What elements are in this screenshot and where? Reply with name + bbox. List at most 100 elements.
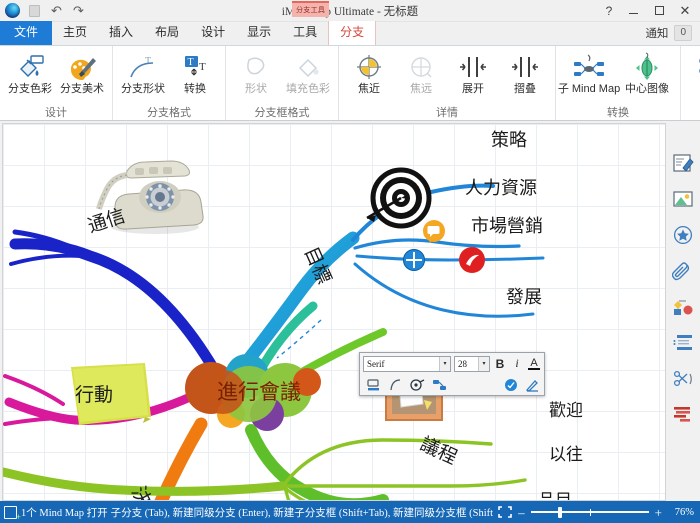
minimize-button[interactable] [620, 0, 646, 22]
expand-label: 展开 [462, 83, 484, 96]
zoom-in-button[interactable]: 焦近 [344, 49, 394, 96]
branch-label-xingdong[interactable]: 行動 [75, 380, 113, 407]
chevron-down-icon[interactable]: ▾ [478, 357, 489, 371]
zoom-percentage: 76% [668, 507, 694, 518]
zoom-thumb[interactable] [558, 507, 562, 518]
color-fill-dot-icon[interactable] [502, 376, 519, 393]
svg-text:T: T [145, 56, 151, 67]
tab-view[interactable]: 显示 [236, 21, 282, 45]
branch-label-fazhan[interactable]: 發展 [506, 283, 542, 309]
chevron-down-icon[interactable]: ▾ [439, 357, 450, 371]
tab-tools[interactable]: 工具 [282, 21, 328, 45]
branch-color-button[interactable]: 分支色彩 [5, 49, 55, 96]
title-bar: ↶ ↷ iMindMap Ultimate - 无标题 分支工具 ? ✕ [0, 0, 700, 22]
imindmap-window: ↶ ↷ iMindMap Ultimate - 无标题 分支工具 ? ✕ 文件 … [0, 0, 700, 523]
bold-button[interactable]: B [493, 355, 507, 372]
zoom-out-button[interactable]: 焦远 [396, 49, 446, 96]
italic-button[interactable]: i [510, 355, 524, 372]
imindmap-orb-icon[interactable] [4, 2, 21, 19]
paint-bucket-icon [10, 51, 50, 83]
text-color-button[interactable]: A [527, 355, 541, 372]
help-button[interactable]: ? [598, 0, 620, 22]
shape-button[interactable]: 形状 [231, 49, 281, 96]
expand-button[interactable]: 展开 [448, 49, 498, 96]
tab-design[interactable]: 设计 [190, 21, 236, 45]
branch-box-icon[interactable] [365, 376, 382, 393]
text-blocks-icon[interactable] [670, 403, 696, 427]
selection-handle-marker[interactable] [403, 249, 425, 271]
zoom-in-button[interactable]: + [655, 506, 662, 519]
notification-area: 通知 0 [645, 25, 700, 45]
ribbon-group-convert: 子 Mind Map 中心图像 [556, 46, 681, 120]
collapse-button[interactable]: 摺叠 [500, 49, 550, 96]
ribbon: 分支色彩 分支美术 设计 [0, 46, 700, 121]
window-title: iMindMap Ultimate - 无标题 [0, 3, 700, 19]
zoom-out-button[interactable]: – [518, 506, 525, 519]
branch-art-icon[interactable] [409, 376, 426, 393]
branch-label-yiwang[interactable]: 以往 [549, 440, 583, 465]
outline-list-icon[interactable] [670, 331, 696, 355]
red-comma-marker[interactable] [458, 246, 486, 274]
maximize-button[interactable] [646, 0, 672, 22]
ribbon-group-detail: 焦近 焦远 [339, 46, 556, 120]
relationship-link-icon[interactable] [670, 295, 696, 319]
tab-file[interactable]: 文件 [0, 21, 52, 45]
tab-insert[interactable]: 插入 [98, 21, 144, 45]
clip-button[interactable]: 片段 [686, 49, 700, 96]
floating-format-toolbar[interactable]: Serif ▾ 28 ▾ B i A [359, 352, 545, 396]
attachment-clip-icon[interactable] [670, 259, 696, 283]
branch-label-shichangyingxiao[interactable]: 市場營銷 [471, 212, 543, 238]
tab-layout[interactable]: 布局 [144, 21, 190, 45]
branch-shape-button[interactable]: T 分支形状 [118, 49, 168, 96]
zoom-slider[interactable] [531, 506, 649, 518]
central-image-button[interactable]: 中心图像 [619, 49, 675, 96]
branch-label-renliziyuan[interactable]: 人力資源 [465, 174, 537, 200]
font-size-value: 28 [455, 359, 478, 369]
brush-palette-icon [62, 51, 102, 83]
status-open-docs[interactable]: 1个 Mind Map 打开 [0, 505, 108, 520]
text-color-letter: A [530, 358, 537, 368]
tab-branch[interactable]: 分支 [328, 21, 376, 45]
branch-label-celue[interactable]: 策略 [491, 126, 527, 152]
center-node-label[interactable]: 進行會議 [217, 376, 301, 406]
new-document-icon[interactable] [26, 2, 43, 19]
image-library-icon[interactable] [670, 187, 696, 211]
pen-icon[interactable] [524, 376, 541, 393]
branch-art-button[interactable]: 分支美术 [57, 49, 107, 96]
central-image-label: 中心图像 [625, 83, 669, 96]
right-tool-sidebar [666, 121, 700, 501]
branch-curve-icon[interactable] [387, 376, 404, 393]
context-tab-badge: 分支工具 [292, 1, 329, 17]
branch-label-pinmu[interactable]: 品目 [538, 486, 572, 501]
expand-icon [453, 51, 493, 83]
text-color-swatch [528, 368, 540, 370]
font-size-select[interactable]: 28 ▾ [454, 356, 490, 372]
close-button[interactable]: ✕ [672, 0, 698, 22]
favorites-star-icon[interactable] [670, 223, 696, 247]
convert-label: 转换 [184, 83, 206, 96]
sub-mindmap-icon [569, 51, 609, 83]
font-family-value: Serif [364, 359, 439, 369]
mindmap-canvas[interactable]: 通信 目標 策略 人力資源 市場營銷 發展 行動 決定 議程 歡迎 以往 品目 … [2, 123, 666, 501]
fit-to-screen-icon[interactable] [498, 506, 512, 518]
fill-color-icon [288, 51, 328, 83]
fill-color-button[interactable]: 填充色彩 [283, 49, 333, 96]
note-editor-icon[interactable] [670, 151, 696, 175]
undo-icon[interactable]: ↶ [48, 2, 65, 19]
branch-connect-icon[interactable] [431, 376, 448, 393]
branch-label-huanying[interactable]: 歡迎 [549, 396, 583, 421]
clip-scissors-icon[interactable] [670, 367, 696, 391]
font-family-select[interactable]: Serif ▾ [363, 356, 451, 372]
sub-mindmap-button[interactable]: 子 Mind Map [561, 49, 617, 96]
redo-icon[interactable]: ↷ [70, 2, 87, 19]
open-count-text: 1个 Mind Map 打开 [21, 505, 108, 520]
collapse-icon [505, 51, 545, 83]
ribbon-group-title-branch-box: 分支框格式 [226, 103, 338, 120]
tab-home[interactable]: 主页 [52, 21, 98, 45]
zoom-out-label: 焦远 [410, 83, 432, 96]
speech-bubble-marker[interactable] [421, 219, 447, 245]
convert-button[interactable]: T T 转换 [170, 49, 220, 96]
zoom-tick-mid [590, 509, 591, 516]
ribbon-group-title-convert: 转换 [556, 103, 680, 120]
notification-count[interactable]: 0 [674, 25, 692, 41]
